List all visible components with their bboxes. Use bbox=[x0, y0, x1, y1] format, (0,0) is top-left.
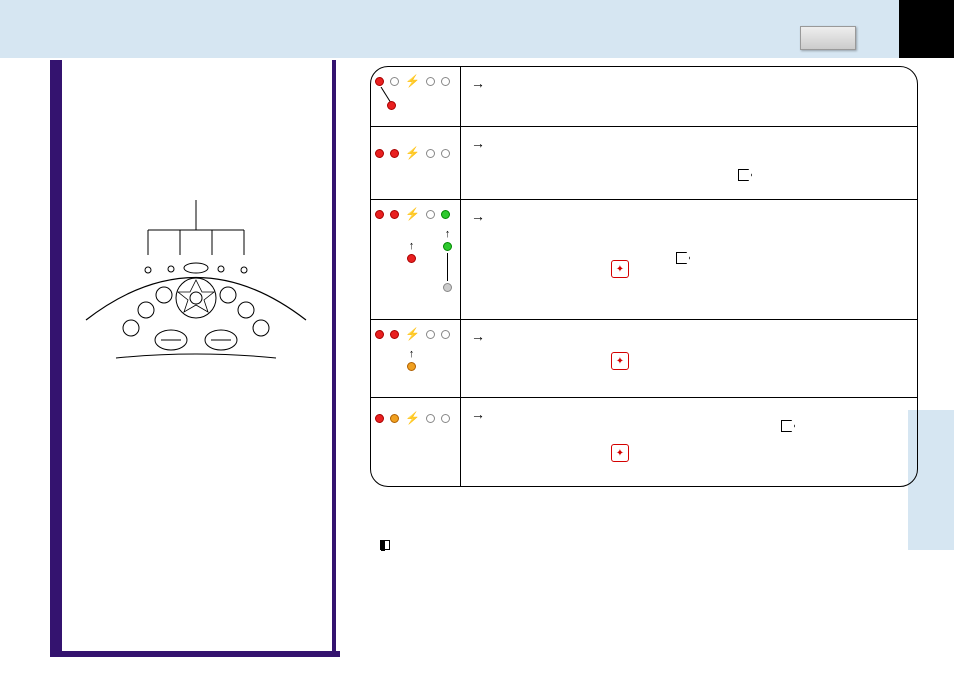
lamp-off-icon bbox=[390, 77, 399, 86]
arrow-right-icon: → bbox=[471, 75, 485, 91]
arrow-right-icon: → bbox=[471, 208, 485, 224]
card-error-icon: ✦ bbox=[611, 352, 629, 370]
camera-top-diagram bbox=[76, 200, 316, 365]
lamp-red-icon bbox=[375, 414, 384, 423]
lamp-off-icon bbox=[426, 210, 435, 219]
lamp-off-icon bbox=[441, 414, 450, 423]
table-row: ⚡ → bbox=[371, 127, 917, 200]
footnote-marker-icon bbox=[380, 540, 390, 550]
lamp-orange-icon bbox=[390, 414, 399, 423]
arrow-right-icon: → bbox=[471, 328, 485, 344]
lamp-off-icon bbox=[441, 77, 450, 86]
lamp-green-icon bbox=[441, 210, 450, 219]
purple-bottom-bar bbox=[50, 651, 340, 657]
lamp-pattern-cell: ⚡ bbox=[371, 398, 461, 486]
footnote bbox=[380, 540, 390, 551]
arrow-right-icon: → bbox=[471, 135, 485, 151]
lamp-red-icon bbox=[375, 149, 384, 158]
description-cell: → bbox=[461, 67, 917, 126]
arrow-right-icon: → bbox=[471, 406, 485, 422]
lamp-green-icon bbox=[443, 242, 452, 251]
description-cell: → ✦ bbox=[461, 200, 917, 319]
lamp-off-icon bbox=[426, 149, 435, 158]
up-arrow-icon bbox=[447, 253, 448, 281]
description-cell: → ✦ bbox=[461, 320, 917, 397]
lamp-pattern-cell: ⚡ ↑ ↑ bbox=[371, 200, 461, 319]
flash-bolt-icon: ⚡ bbox=[405, 75, 420, 87]
table-row: ⚡ → ✦ bbox=[371, 398, 917, 486]
top-right-black-tab bbox=[899, 0, 954, 58]
up-arrow-icon: ↑ bbox=[409, 240, 415, 252]
card-error-icon: ✦ bbox=[611, 444, 629, 462]
lamp-red-icon bbox=[375, 77, 384, 86]
lamp-red-icon bbox=[390, 149, 399, 158]
flash-bolt-icon: ⚡ bbox=[405, 147, 420, 159]
lamp-pattern-cell: ⚡ ↑ bbox=[371, 320, 461, 397]
up-arrow-icon: ↑ bbox=[445, 228, 451, 240]
description-cell: → bbox=[461, 127, 917, 199]
lamp-off-icon bbox=[441, 149, 450, 158]
gray-button[interactable] bbox=[800, 26, 856, 50]
reference-pentagon-icon bbox=[738, 169, 752, 181]
table-row: ⚡ → bbox=[371, 67, 917, 127]
card-error-icon: ✦ bbox=[611, 260, 629, 278]
lamp-off-icon bbox=[426, 330, 435, 339]
table-row: ⚡ ↑ → ✦ bbox=[371, 320, 917, 398]
lamp-off-icon bbox=[426, 414, 435, 423]
description-cell: → ✦ bbox=[461, 398, 917, 486]
lamp-red-icon bbox=[390, 210, 399, 219]
lamp-red-icon bbox=[387, 101, 396, 110]
table-row: ⚡ ↑ ↑ → ✦ bbox=[371, 200, 917, 320]
flash-bolt-icon: ⚡ bbox=[405, 328, 420, 340]
lamp-red-icon bbox=[407, 254, 416, 263]
reference-pentagon-icon bbox=[676, 252, 690, 264]
reference-pentagon-icon bbox=[781, 420, 795, 432]
purple-inner-divider bbox=[332, 60, 336, 657]
lamp-red-icon bbox=[375, 210, 384, 219]
flash-bolt-icon: ⚡ bbox=[405, 412, 420, 424]
indicator-table: ⚡ → ⚡ bbox=[370, 66, 918, 487]
lamp-pattern-cell: ⚡ bbox=[371, 127, 461, 199]
purple-side-bar bbox=[50, 60, 62, 657]
flash-bolt-icon: ⚡ bbox=[405, 208, 420, 220]
lamp-orange-icon bbox=[407, 362, 416, 371]
lamp-gray-icon bbox=[443, 283, 452, 292]
lamp-off-icon bbox=[441, 330, 450, 339]
lamp-red-icon bbox=[375, 330, 384, 339]
lamp-pattern-cell: ⚡ bbox=[371, 67, 461, 126]
up-arrow-icon: ↑ bbox=[409, 348, 415, 360]
lamp-off-icon bbox=[426, 77, 435, 86]
lamp-red-icon bbox=[390, 330, 399, 339]
